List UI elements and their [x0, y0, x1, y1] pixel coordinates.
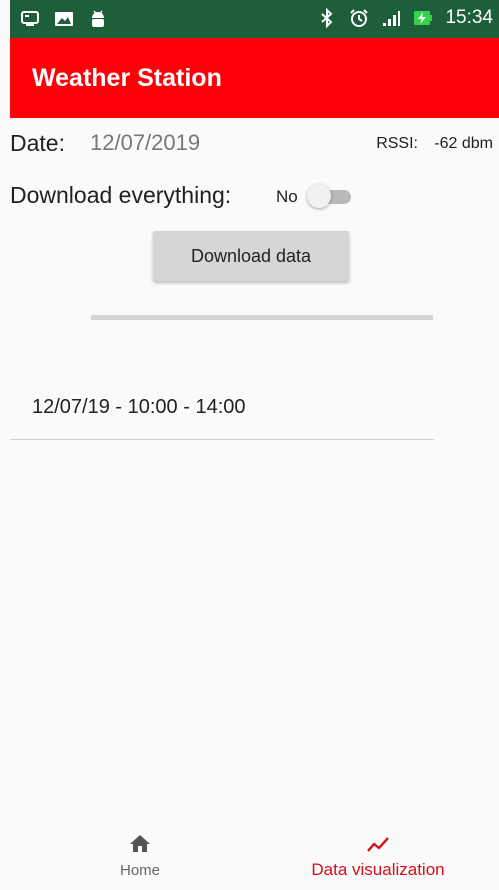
- status-bar: 15:34: [10, 0, 499, 38]
- home-icon: [130, 835, 150, 852]
- date-value[interactable]: 12/07/2019: [90, 130, 200, 156]
- status-bar-left-icons: [20, 9, 108, 29]
- signal-icon: [383, 11, 401, 26]
- android-icon: [92, 10, 104, 27]
- switch-thumb: [307, 184, 331, 208]
- list-item-label: 12/07/19 - 10:00 - 14:00: [32, 396, 246, 418]
- trending-up-icon: [367, 837, 389, 852]
- app-bar: Weather Station: [10, 38, 499, 118]
- status-bar-right-icons: 15:34: [317, 7, 493, 29]
- clock: 15:34: [445, 7, 493, 28]
- rssi-label: RSSI:: [376, 135, 418, 152]
- download-progress-bar: [91, 315, 433, 320]
- nav-item-data-visualization[interactable]: Data visualization: [288, 820, 468, 890]
- usb-icon: [21, 11, 39, 26]
- nav-label-home: Home: [119, 862, 160, 879]
- list-item[interactable]: 12/07/19 - 10:00 - 14:00: [10, 380, 434, 440]
- date-row: Date: 12/07/2019 RSSI: -62 dbm: [10, 128, 493, 162]
- download-everything-state: No: [276, 187, 298, 206]
- nav-label-data-visualization: Data visualization: [311, 860, 445, 879]
- download-everything-switch[interactable]: [307, 184, 353, 208]
- rssi-value: -62 dbm: [434, 135, 493, 152]
- nav-item-home[interactable]: Home: [100, 820, 180, 890]
- bottom-navigation: Home Data visualization: [10, 820, 499, 890]
- app-title: Weather Station: [32, 64, 222, 92]
- alarm-icon: [350, 9, 369, 27]
- image-icon: [55, 12, 73, 26]
- download-data-button[interactable]: Download data: [153, 231, 349, 281]
- bluetooth-icon: [321, 8, 333, 28]
- download-everything-label: Download everything:: [10, 182, 232, 208]
- date-label: Date:: [10, 130, 65, 156]
- download-everything-row: Download everything: No: [10, 178, 499, 214]
- battery-charging-icon: [414, 11, 433, 25]
